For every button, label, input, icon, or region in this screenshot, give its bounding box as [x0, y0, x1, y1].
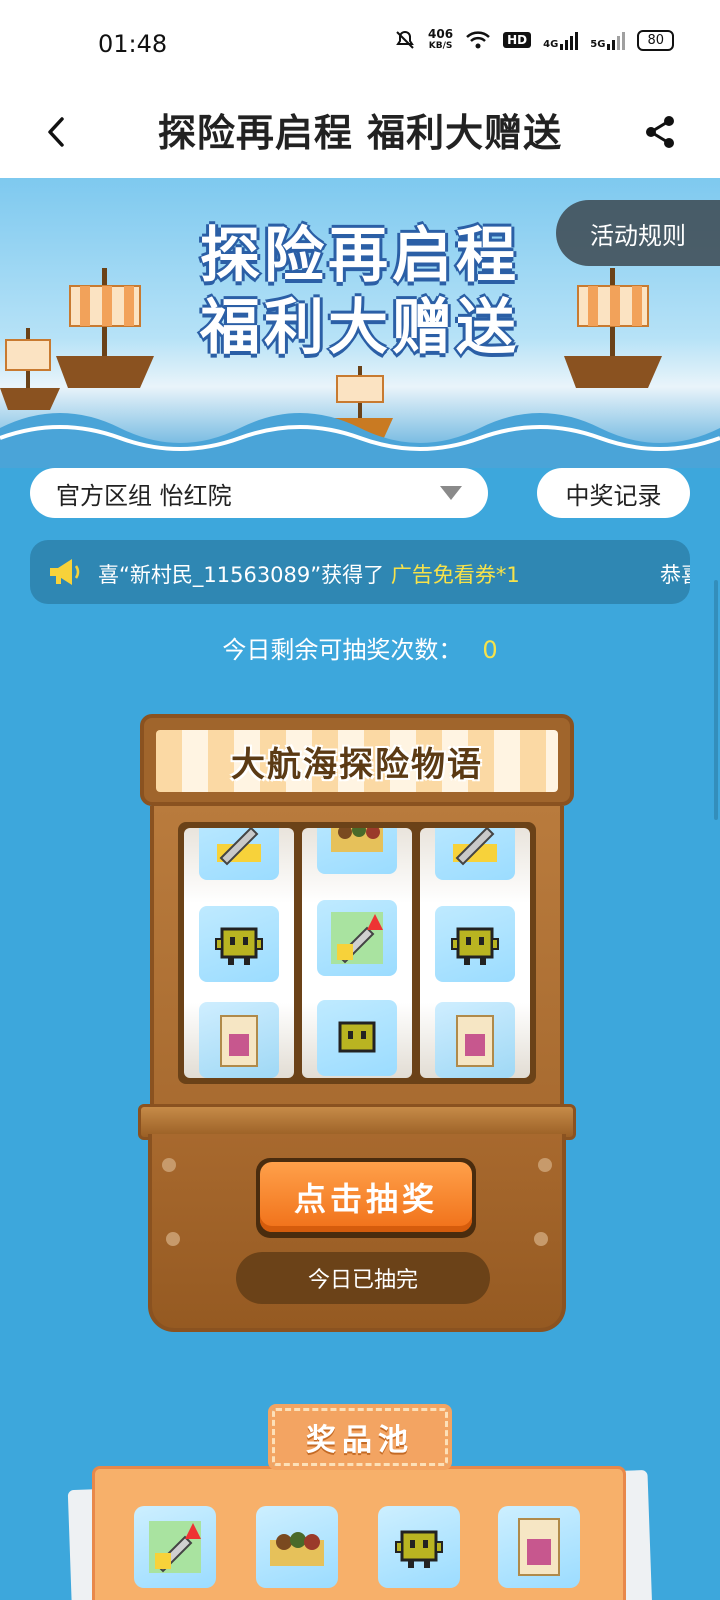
sword-upgrade-icon — [134, 1506, 216, 1588]
reel-frame — [178, 822, 536, 1084]
nav-bar: 探险再启程 福利大赠送 — [0, 88, 720, 178]
hd-badge: HD — [503, 32, 532, 48]
bolt-icon — [538, 1158, 552, 1172]
draw-button[interactable]: 点击抽奖 — [260, 1162, 472, 1232]
activity-rules-button[interactable]: 活动规则 — [556, 200, 720, 266]
wifi-icon — [466, 31, 490, 49]
robot-icon — [199, 906, 279, 982]
robot-icon — [317, 1000, 397, 1076]
server-selected-value: 官方区组 怡红院 — [56, 481, 232, 510]
marquee-text: 喜“新村民_11563089”获得了 广告免看券*1 — [98, 563, 520, 587]
marquee-tail: 恭喜 — [660, 563, 690, 587]
book-icon — [199, 1002, 279, 1078]
share-icon — [646, 116, 674, 148]
signal-5g: 5G — [590, 30, 626, 50]
reel-2 — [302, 828, 412, 1078]
prize-pool-title: 奖品池 — [268, 1404, 452, 1470]
scrollbar[interactable] — [714, 580, 718, 820]
bell-muted-icon — [396, 30, 414, 49]
winning-record-button[interactable]: 中奖记录 — [537, 468, 690, 518]
slot-machine: 大航海探险物语 点击抽奖 今日已抽完 — [138, 714, 576, 1334]
signal-4g: 4G — [543, 30, 579, 50]
sword-upgrade-icon — [317, 900, 397, 976]
remaining-draws: 今日剩余可抽奖次数： 0 — [0, 630, 720, 665]
robot-icon — [435, 906, 515, 982]
bolt-icon — [166, 1232, 180, 1246]
marquee-prize: 广告免看券*1 — [390, 563, 520, 587]
megaphone-icon — [50, 559, 80, 585]
machine-name: 大航海探险物语 — [231, 744, 483, 785]
draws-finished-label: 今日已抽完 — [236, 1252, 490, 1304]
bolt-icon — [162, 1158, 176, 1172]
sword-upgrade-icon — [199, 828, 279, 880]
remaining-label: 今日剩余可抽奖次数： — [222, 636, 463, 664]
signal-bars-icon — [560, 30, 579, 50]
adventurers-icon — [256, 1506, 338, 1588]
signal-bars-icon — [607, 30, 626, 50]
sword-upgrade-icon — [435, 828, 515, 880]
page-title: 探险再启程 福利大赠送 — [157, 111, 563, 155]
book-icon — [498, 1506, 580, 1588]
server-selector[interactable]: 官方区组 怡红院 — [30, 468, 488, 518]
remaining-count: 0 — [482, 636, 498, 664]
battery-indicator: 80 — [637, 29, 674, 51]
winner-marquee: 喜“新村民_11563089”获得了 广告免看券*1 恭喜 — [30, 540, 690, 604]
wave-decoration — [0, 413, 720, 468]
net-speed: 406 KB/S — [428, 27, 454, 51]
prize-pool-items — [130, 1506, 600, 1596]
status-bar: 01:48 406 KB/S HD 4G 5G 80 — [0, 0, 720, 88]
status-icons: 406 KB/S HD 4G 5G 80 — [394, 28, 674, 52]
book-icon — [435, 1002, 515, 1078]
machine-header: 大航海探险物语 — [140, 714, 574, 806]
share-button[interactable] — [640, 112, 680, 152]
reel-1 — [184, 828, 294, 1078]
dropdown-arrow-icon — [440, 486, 462, 500]
status-time: 01:48 — [98, 30, 168, 58]
reel-3 — [420, 828, 530, 1078]
bolt-icon — [534, 1232, 548, 1246]
machine-body — [150, 806, 564, 1116]
machine-base: 点击抽奖 今日已抽完 — [148, 1134, 566, 1332]
adventurers-icon — [317, 828, 397, 874]
robot-icon — [378, 1506, 460, 1588]
